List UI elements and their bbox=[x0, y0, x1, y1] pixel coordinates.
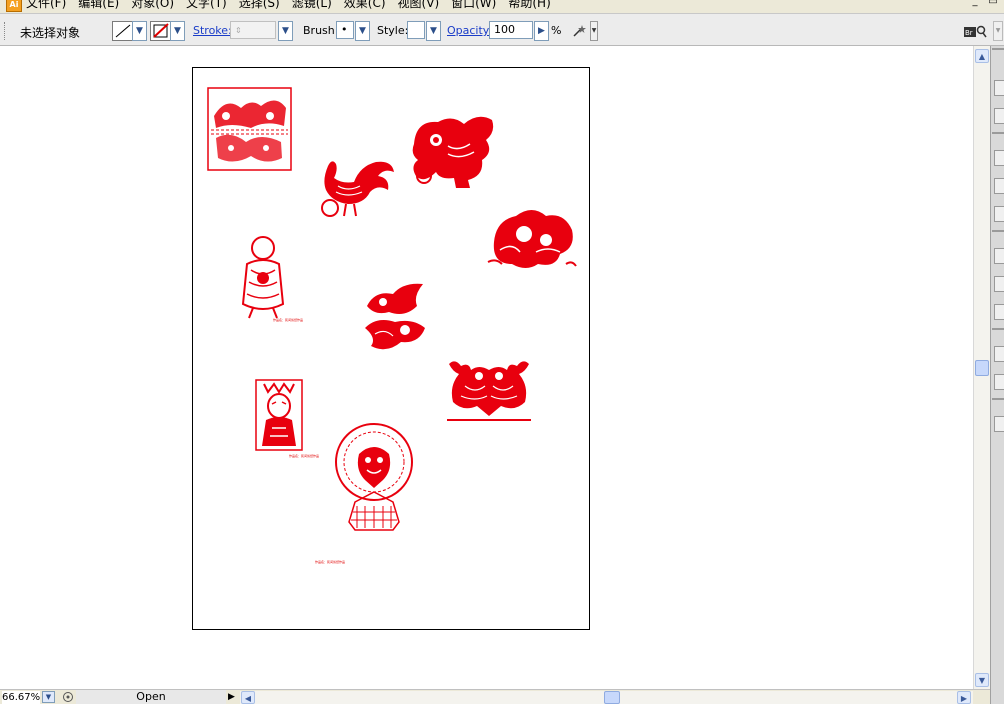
stroke-weight-stepper-icon[interactable]: ⇕ bbox=[235, 26, 242, 35]
stroke-weight-field[interactable]: ⇕ bbox=[230, 21, 276, 39]
style-label: Style: bbox=[377, 24, 409, 37]
stroke-panel-icon[interactable] bbox=[994, 248, 1004, 264]
scroll-up-icon[interactable]: ▲ bbox=[975, 49, 989, 63]
artboard[interactable]: 作品名：民间剪纸作品 作品名：民间剪纸作品 作品名：民间剪纸作品 bbox=[192, 67, 590, 630]
menu-window[interactable]: 窗口(W) bbox=[451, 0, 496, 10]
dock-separator bbox=[992, 132, 1004, 134]
grip-handle[interactable] bbox=[4, 22, 8, 40]
beast-papercut[interactable] bbox=[408, 110, 498, 192]
fill-none-icon[interactable] bbox=[150, 21, 172, 41]
fill-color-dropdown-icon[interactable]: ▼ bbox=[170, 21, 185, 41]
style-field[interactable] bbox=[407, 21, 425, 39]
opacity-arrow-icon[interactable]: ▶ bbox=[534, 21, 549, 41]
menu-items: 文件(F) 编辑(E) 对象(O) 文字(T) 选择(S) 滤镜(L) 效果(C… bbox=[26, 0, 551, 10]
dock-grip[interactable] bbox=[992, 48, 1004, 50]
document-canvas[interactable]: 作品名：民间剪纸作品 作品名：民间剪纸作品 作品名：民间剪纸作品 bbox=[0, 46, 973, 689]
recolor-dropdown-icon[interactable]: ▼ bbox=[590, 21, 598, 41]
phoenix-pair-papercut[interactable] bbox=[361, 280, 429, 354]
restore-icon[interactable]: ▭ bbox=[986, 0, 1000, 8]
color-panel-icon[interactable] bbox=[994, 80, 1004, 96]
dock-separator bbox=[992, 230, 1004, 232]
horizontal-scrollbar[interactable]: ◀ ▶ bbox=[240, 691, 973, 704]
opacity-input[interactable]: 100 bbox=[489, 21, 533, 39]
artwork-caption: 作品名：民间剪纸作品 bbox=[289, 454, 320, 458]
floral-fish-papercut[interactable] bbox=[486, 202, 578, 274]
brush-dropdown-icon[interactable]: ▼ bbox=[355, 21, 370, 41]
status-bar: 66.67% ▼ Open ▶ ◀ ▶ bbox=[0, 689, 990, 704]
swatches-panel-icon[interactable] bbox=[994, 108, 1004, 124]
recolor-wand-icon[interactable] bbox=[571, 23, 587, 39]
menu-filter[interactable]: 滤镜(L) bbox=[292, 0, 332, 10]
panel-dock bbox=[990, 46, 1004, 704]
gradient-panel-icon[interactable] bbox=[994, 276, 1004, 292]
appearance-panel-icon[interactable] bbox=[994, 346, 1004, 362]
layers-panel-icon[interactable] bbox=[994, 416, 1004, 432]
style-dropdown-icon[interactable]: ▼ bbox=[426, 21, 441, 41]
bridge-dropdown-icon[interactable]: ▼ bbox=[993, 21, 1003, 41]
svg-text:Br: Br bbox=[965, 29, 973, 37]
rooster-papercut[interactable] bbox=[318, 156, 396, 220]
vertical-scrollbar[interactable]: ▲ ▼ bbox=[973, 46, 990, 689]
zoom-dropdown-icon[interactable]: ▼ bbox=[42, 691, 55, 703]
menu-view[interactable]: 视图(V) bbox=[398, 0, 440, 10]
stroke-label[interactable]: Stroke: bbox=[193, 24, 232, 37]
stroke-weight-dropdown-icon[interactable]: ▼ bbox=[278, 21, 293, 41]
opacity-label[interactable]: Opacity: bbox=[447, 24, 492, 37]
vertical-scroll-thumb[interactable] bbox=[975, 360, 989, 376]
child-figure-papercut[interactable] bbox=[237, 234, 289, 322]
align-panel-icon[interactable] bbox=[994, 374, 1004, 390]
bridge-icon[interactable]: Br bbox=[963, 23, 987, 39]
brush-field[interactable]: • bbox=[336, 21, 354, 39]
horizontal-scroll-thumb[interactable] bbox=[604, 691, 620, 704]
menu-select[interactable]: 选择(S) bbox=[239, 0, 280, 10]
graphic-styles-panel-icon[interactable] bbox=[994, 206, 1004, 222]
menu-file[interactable]: 文件(F) bbox=[26, 0, 66, 10]
scroll-left-icon[interactable]: ◀ bbox=[241, 691, 255, 704]
peacock-round-papercut[interactable] bbox=[333, 422, 415, 536]
dock-separator bbox=[992, 398, 1004, 400]
artwork-caption: 作品名：民间剪纸作品 bbox=[315, 560, 346, 564]
artwork-caption: 作品名：民间剪纸作品 bbox=[273, 318, 304, 322]
menu-type[interactable]: 文字(T) bbox=[186, 0, 227, 10]
tiger-square-papercut[interactable] bbox=[206, 86, 293, 172]
window-controls: _ ▭ bbox=[968, 0, 1000, 8]
control-bar: 未选择对象 ▼ ▼ Stroke: ⇕ ▼ Brush: • ▼ Style: … bbox=[0, 13, 1004, 46]
menu-bar: Ai 文件(F) 编辑(E) 对象(O) 文字(T) 选择(S) 滤镜(L) 效… bbox=[0, 0, 1004, 13]
menu-effect[interactable]: 效果(C) bbox=[344, 0, 386, 10]
status-menu-arrow-icon[interactable]: ▶ bbox=[228, 691, 236, 703]
double-bird-papercut[interactable] bbox=[445, 356, 533, 424]
menu-edit[interactable]: 编辑(E) bbox=[78, 0, 119, 10]
stroke-color-dropdown-icon[interactable]: ▼ bbox=[132, 21, 147, 41]
document-status-icon[interactable] bbox=[62, 691, 74, 703]
brushes-panel-icon[interactable] bbox=[994, 150, 1004, 166]
scroll-right-icon[interactable]: ▶ bbox=[957, 691, 971, 704]
selection-status-label: 未选择对象 bbox=[20, 26, 81, 40]
illustrator-app-icon[interactable]: Ai bbox=[6, 0, 22, 12]
opera-figure-papercut[interactable] bbox=[254, 378, 304, 452]
transparency-panel-icon[interactable] bbox=[994, 304, 1004, 320]
opacity-unit: % bbox=[551, 24, 562, 37]
zoom-level-field[interactable]: 66.67% bbox=[2, 691, 40, 704]
menu-help[interactable]: 帮助(H) bbox=[508, 0, 550, 10]
menu-object[interactable]: 对象(O) bbox=[131, 0, 174, 10]
dock-separator bbox=[992, 328, 1004, 330]
status-text: Open bbox=[76, 690, 226, 704]
stroke-swatch-icon[interactable] bbox=[112, 21, 134, 41]
symbols-panel-icon[interactable] bbox=[994, 178, 1004, 194]
brush-label: Brush: bbox=[303, 24, 339, 37]
minimize-icon[interactable]: _ bbox=[968, 0, 982, 8]
scroll-down-icon[interactable]: ▼ bbox=[975, 673, 989, 687]
